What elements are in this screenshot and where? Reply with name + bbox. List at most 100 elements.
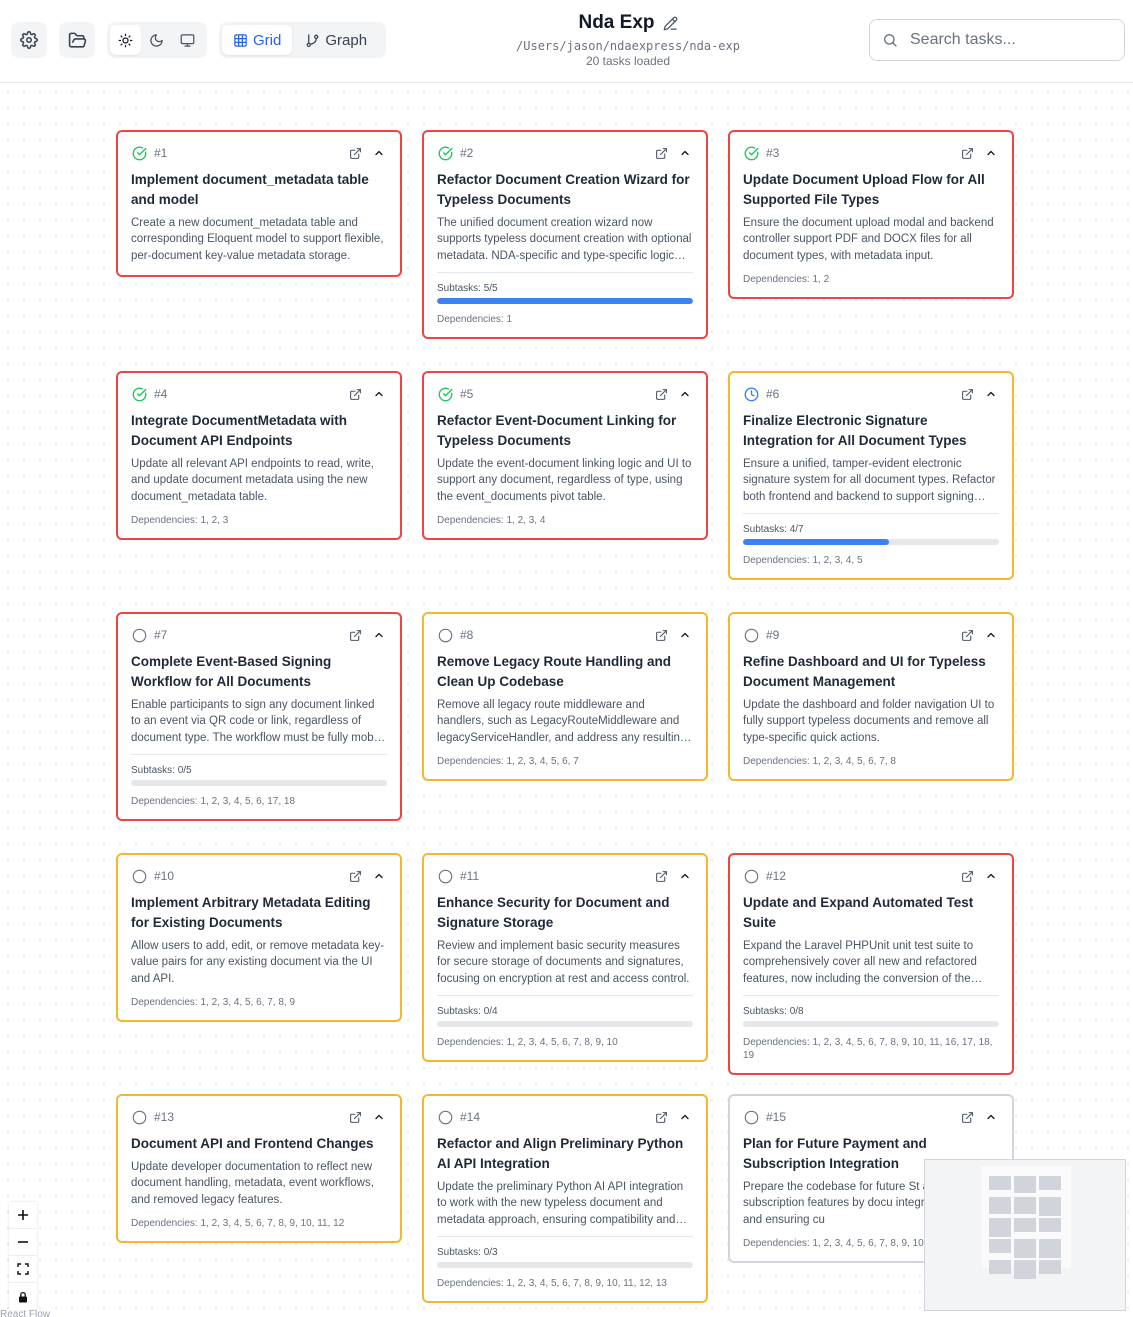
tasks-loaded-count: 20 tasks loaded: [585, 54, 671, 68]
task-id: #7: [154, 628, 168, 642]
chevron-up-icon[interactable]: [371, 1109, 387, 1125]
external-link-icon[interactable]: [653, 386, 669, 402]
chevron-up-icon[interactable]: [371, 386, 387, 402]
circle-icon: [131, 868, 147, 884]
minimap-node: [989, 1197, 1011, 1214]
task-id: #13: [154, 1110, 175, 1124]
chevron-up-icon[interactable]: [371, 868, 387, 884]
minimap-node: [1039, 1197, 1061, 1216]
theme-light-button[interactable]: [110, 25, 141, 55]
chevron-up-icon[interactable]: [677, 1109, 693, 1125]
external-link-icon[interactable]: [959, 386, 975, 402]
minimap[interactable]: [924, 1159, 1126, 1311]
task-card[interactable]: #14 Refactor and Align Preliminary Python…: [422, 1094, 708, 1303]
task-description: Remove all legacy route middleware and h…: [437, 699, 687, 744]
task-description: Update the preliminary Python AI API int…: [437, 1181, 684, 1226]
check-circle-icon: [437, 145, 453, 161]
task-id: #12: [766, 869, 787, 883]
external-link-icon[interactable]: [347, 386, 363, 402]
task-card[interactable]: #13 Document API and Frontend Changes Upda…: [116, 1094, 402, 1243]
view-grid-button[interactable]: Grid: [222, 25, 293, 55]
task-card-header: #2: [437, 144, 693, 162]
search-input[interactable]: [910, 31, 1110, 49]
task-dependencies: Dependencies: 1, 2, 3, 4, 5, 6, 7, 8, 9,…: [131, 1217, 345, 1229]
task-title: Enhance Security for Document and Signat…: [437, 895, 670, 930]
task-card-header: #14: [437, 1108, 693, 1126]
task-card-header: #7: [131, 626, 387, 644]
external-link-icon[interactable]: [959, 868, 975, 884]
external-link-icon[interactable]: [653, 145, 669, 161]
task-card[interactable]: #6 Finalize Electronic Signature Integrat…: [728, 371, 1014, 580]
task-dependencies: Dependencies: 1, 2, 3, 4, 5, 6, 7, 8: [743, 755, 896, 767]
external-link-icon[interactable]: [347, 145, 363, 161]
task-description: Update the event-document linking logic …: [437, 458, 692, 503]
minimap-node: [1039, 1239, 1061, 1258]
chevron-up-icon[interactable]: [371, 627, 387, 643]
task-card[interactable]: #10 Implement Arbitrary Metadata Editing …: [116, 853, 402, 1022]
external-link-icon[interactable]: [653, 868, 669, 884]
task-title: Document API and Frontend Changes: [131, 1136, 374, 1151]
zoom-in-button[interactable]: [9, 1202, 37, 1229]
check-circle-icon: [437, 386, 453, 402]
external-link-icon[interactable]: [347, 1109, 363, 1125]
external-link-icon[interactable]: [347, 868, 363, 884]
task-title: Refactor Event-Document Linking for Type…: [437, 413, 677, 448]
chevron-up-icon[interactable]: [677, 868, 693, 884]
external-link-icon[interactable]: [959, 145, 975, 161]
pencil-icon[interactable]: [663, 16, 678, 31]
fit-view-button[interactable]: [9, 1256, 37, 1283]
chevron-up-icon[interactable]: [371, 145, 387, 161]
search-box: [869, 19, 1125, 61]
task-card[interactable]: #11 Enhance Security for Document and Sig…: [422, 853, 708, 1062]
external-link-icon[interactable]: [959, 1109, 975, 1125]
chevron-up-icon[interactable]: [983, 627, 999, 643]
task-card[interactable]: #4 Integrate DocumentMetadata with Docume…: [116, 371, 402, 540]
task-card[interactable]: #1 Implement document_metadata table and …: [116, 130, 402, 277]
task-id: #3: [766, 146, 780, 160]
subtasks-section: Subtasks: 0/3: [437, 1235, 693, 1268]
view-grid-label: Grid: [253, 31, 282, 49]
chevron-up-icon[interactable]: [983, 1109, 999, 1125]
external-link-icon[interactable]: [959, 627, 975, 643]
minimap-node: [1014, 1239, 1036, 1258]
settings-button[interactable]: [11, 22, 47, 58]
task-card-header: #3: [743, 144, 999, 162]
task-card[interactable]: #5 Refactor Event-Document Linking for Ty…: [422, 371, 708, 540]
external-link-icon[interactable]: [653, 627, 669, 643]
zoom-out-button[interactable]: [9, 1229, 37, 1256]
minimap-node: [989, 1176, 1011, 1190]
task-card[interactable]: #12 Update and Expand Automated Test Suit…: [728, 853, 1014, 1075]
chevron-up-icon[interactable]: [983, 386, 999, 402]
view-graph-button[interactable]: Graph: [294, 25, 378, 55]
project-path: /Users/jason/ndaexpress/nda-exp: [516, 39, 740, 53]
view-switcher: Grid Graph: [219, 22, 386, 58]
chevron-up-icon[interactable]: [677, 386, 693, 402]
task-canvas[interactable]: #1 Implement document_metadata table and …: [0, 84, 1133, 1317]
external-link-icon[interactable]: [653, 1109, 669, 1125]
task-card[interactable]: #3 Update Document Upload Flow for All Su…: [728, 130, 1014, 299]
lock-button[interactable]: [9, 1283, 37, 1310]
open-folder-button[interactable]: [59, 22, 95, 58]
minimap-node: [1014, 1218, 1036, 1232]
chevron-up-icon[interactable]: [983, 868, 999, 884]
chevron-up-icon[interactable]: [677, 627, 693, 643]
task-card-header: #12: [743, 867, 999, 885]
chevron-up-icon[interactable]: [677, 145, 693, 161]
react-flow-attribution[interactable]: React Flow: [0, 1309, 50, 1317]
task-dependencies: Dependencies: 1, 2, 3, 4: [437, 514, 546, 526]
task-card[interactable]: #8 Remove Legacy Route Handling and Clean…: [422, 612, 708, 781]
task-id: #10: [154, 869, 175, 883]
theme-dark-button[interactable]: [141, 25, 172, 55]
task-card-header: #15: [743, 1108, 999, 1126]
task-card[interactable]: #7 Complete Event-Based Signing Workflow …: [116, 612, 402, 821]
task-card[interactable]: #2 Refactor Document Creation Wizard for …: [422, 130, 708, 339]
task-description: Ensure the document upload modal and bac…: [743, 217, 994, 262]
theme-system-button[interactable]: [172, 25, 203, 55]
task-dependencies: Dependencies: 1, 2, 3, 4, 5, 6, 17, 18: [131, 795, 296, 807]
external-link-icon[interactable]: [347, 627, 363, 643]
task-card[interactable]: #9 Refine Dashboard and UI for Typeless D…: [728, 612, 1014, 781]
task-dependencies: Dependencies: 1, 2: [743, 273, 830, 285]
task-card-header: #13: [131, 1108, 387, 1126]
subtasks-progress-bar: [743, 1020, 999, 1027]
chevron-up-icon[interactable]: [983, 145, 999, 161]
